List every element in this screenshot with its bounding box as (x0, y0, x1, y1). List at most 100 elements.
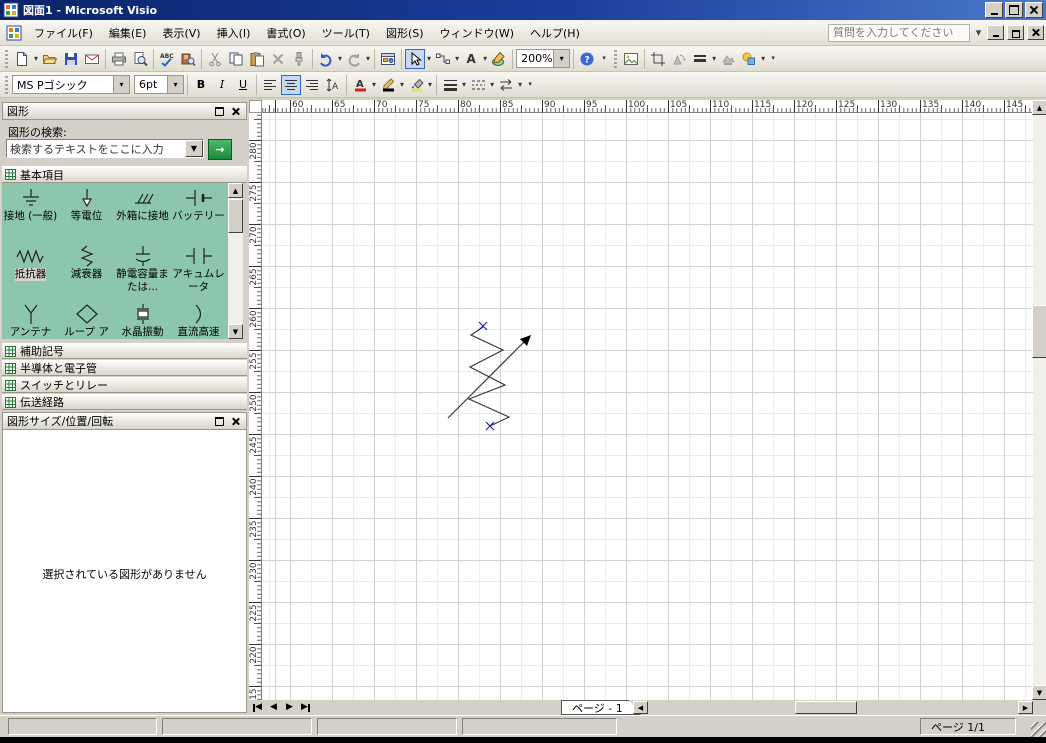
picture-toolbar-drag-handle[interactable] (614, 49, 618, 68)
question-input[interactable]: 質問を入力してください (828, 23, 970, 42)
align-center-button[interactable] (281, 74, 301, 95)
print-button[interactable] (109, 49, 129, 69)
copy-button[interactable] (226, 49, 246, 69)
shape-search-input[interactable]: 検索するテキストをここに入力 ▼ (6, 139, 204, 158)
shapes-panel-float-button[interactable] (213, 105, 226, 117)
stencil-header-basic-items[interactable]: 基本項目 (2, 166, 247, 183)
font-size-dropdown-icon[interactable]: ▾ (167, 76, 183, 93)
font-color-button[interactable]: A (350, 75, 370, 95)
line-style-button[interactable] (690, 49, 710, 69)
shape-fill-dropdown-icon[interactable]: ▾ (760, 54, 766, 63)
child-restore-button[interactable] (1007, 25, 1024, 40)
child-minimize-button[interactable] (987, 25, 1004, 40)
line-style-dropdown-icon[interactable]: ▾ (711, 54, 717, 63)
pointer-tool-button[interactable] (405, 48, 426, 69)
stencil-scrollbar[interactable]: ▲ ▼ (228, 183, 243, 339)
line-ends-dropdown-icon[interactable]: ▾ (517, 80, 523, 89)
stencil-shape-ground[interactable]: 接地 (一般) (3, 186, 58, 244)
question-dropdown-icon[interactable]: ▾ (973, 26, 984, 39)
size-panel-float-button[interactable] (213, 415, 226, 427)
align-right-button[interactable] (302, 75, 322, 95)
menu-shape[interactable]: 図形(S) (378, 21, 432, 45)
font-size-combo[interactable]: 6pt ▾ (134, 75, 184, 94)
redo-button[interactable] (344, 49, 364, 69)
line-color-dropdown-icon[interactable]: ▾ (399, 80, 405, 89)
menu-insert[interactable]: 挿入(I) (209, 21, 259, 45)
document-icon[interactable] (6, 25, 22, 41)
menu-tools[interactable]: ツール(T) (314, 21, 378, 45)
horizontal-scroll-thumb[interactable] (795, 701, 857, 714)
stencil-header-auxiliary-symbols[interactable]: 補助記号 (2, 343, 247, 359)
scroll-up-button[interactable]: ▲ (1032, 100, 1046, 115)
undo-button[interactable] (316, 49, 336, 69)
format-toolbar-options-chevron[interactable]: ▾ (524, 75, 536, 95)
line-pattern-dropdown-icon[interactable]: ▾ (489, 80, 495, 89)
search-dropdown-icon[interactable]: ▼ (185, 140, 203, 157)
font-combo[interactable]: MS Pゴシック ▾ (12, 75, 130, 94)
research-button[interactable] (178, 49, 198, 69)
font-color-dropdown-icon[interactable]: ▾ (371, 80, 377, 89)
underline-button[interactable]: U (233, 75, 253, 95)
stencil-scroll-up-button[interactable]: ▲ (228, 183, 243, 198)
drawing-canvas[interactable] (262, 113, 1033, 700)
menu-edit[interactable]: 編集(E) (101, 21, 155, 45)
zoom-combo[interactable]: 200% ▾ (516, 49, 571, 68)
close-button[interactable] (1025, 2, 1043, 18)
bold-button[interactable]: B (191, 75, 211, 95)
cut-button[interactable] (205, 49, 225, 69)
text-tool-dropdown-icon[interactable]: ▾ (482, 54, 488, 63)
toolbar-options-chevron[interactable]: ▾ (598, 49, 610, 69)
vertical-scroll-thumb[interactable] (1032, 305, 1046, 358)
open-button[interactable] (40, 49, 60, 69)
menu-view[interactable]: 表示(V) (154, 21, 208, 45)
drawing-tool-button[interactable] (489, 49, 509, 69)
page-tab[interactable]: ページ - 1 (561, 700, 641, 715)
menu-help[interactable]: ヘルプ(H) (522, 21, 588, 45)
scroll-down-button[interactable]: ▼ (1032, 685, 1046, 700)
shapes-panel-close-button[interactable] (229, 105, 242, 117)
fill-color-button[interactable] (406, 75, 426, 95)
pointer-dropdown-icon[interactable]: ▾ (426, 54, 432, 63)
rotate-button[interactable] (669, 49, 689, 69)
first-page-button[interactable]: ◀ (250, 700, 265, 715)
connector-tool-button[interactable] (433, 49, 453, 69)
stencil-shape-battery[interactable]: バッテリー (171, 186, 226, 244)
stencil-shape-resistor[interactable]: 抵抗器 (3, 244, 58, 302)
stencil-shape-crystal[interactable]: 水晶振動 (115, 302, 170, 339)
format-toolbar-drag-handle[interactable] (5, 75, 8, 94)
stencil-shape-dc-converter[interactable]: 直流高速 (171, 302, 226, 339)
search-go-button[interactable]: → (208, 139, 232, 160)
stencil-shape-accumulator[interactable]: アキュムレータ (171, 244, 226, 302)
resistor-shape[interactable] (446, 318, 541, 436)
resize-grip[interactable] (1031, 722, 1046, 737)
previous-page-button[interactable]: ◀ (266, 700, 281, 715)
next-page-button[interactable]: ▶ (282, 700, 297, 715)
stencil-shape-chassis-ground[interactable]: 外箱に接地 (115, 186, 170, 244)
menu-format[interactable]: 書式(O) (258, 21, 313, 45)
size-panel-close-button[interactable] (229, 415, 242, 427)
stencil-shape-equipotential[interactable]: 等電位 (59, 186, 114, 244)
spelling-button[interactable]: ABC (157, 49, 177, 69)
stencil-header-transmission-paths[interactable]: 伝送経路 (2, 394, 247, 410)
stencil-scroll-thumb[interactable] (228, 199, 243, 233)
crop-button[interactable] (648, 49, 668, 69)
stencil-header-switches-relays[interactable]: スイッチとリレー (2, 377, 247, 393)
shape-fill-button[interactable] (739, 49, 759, 69)
line-pattern-button[interactable] (468, 75, 488, 95)
fill-color-dropdown-icon[interactable]: ▾ (427, 80, 433, 89)
new-button[interactable] (12, 49, 32, 69)
delete-button[interactable] (268, 49, 288, 69)
email-button[interactable] (82, 49, 102, 69)
help-button[interactable]: ? (577, 49, 597, 69)
stencil-shape-loop-antenna[interactable]: ループ ア (59, 302, 114, 339)
insert-picture-button[interactable] (621, 49, 641, 69)
paste-button[interactable] (247, 49, 267, 69)
compress-pictures-button[interactable] (718, 49, 738, 69)
stencil-shape-attenuator[interactable]: 減衰器 (59, 244, 114, 302)
toolbar-drag-handle[interactable] (5, 49, 8, 68)
vertical-scrollbar[interactable]: ▲ ▼ (1032, 100, 1046, 700)
stencil-scroll-down-button[interactable]: ▼ (228, 324, 243, 339)
connector-dropdown-icon[interactable]: ▾ (454, 54, 460, 63)
menu-window[interactable]: ウィンドウ(W) (432, 21, 522, 45)
print-preview-button[interactable] (130, 49, 150, 69)
